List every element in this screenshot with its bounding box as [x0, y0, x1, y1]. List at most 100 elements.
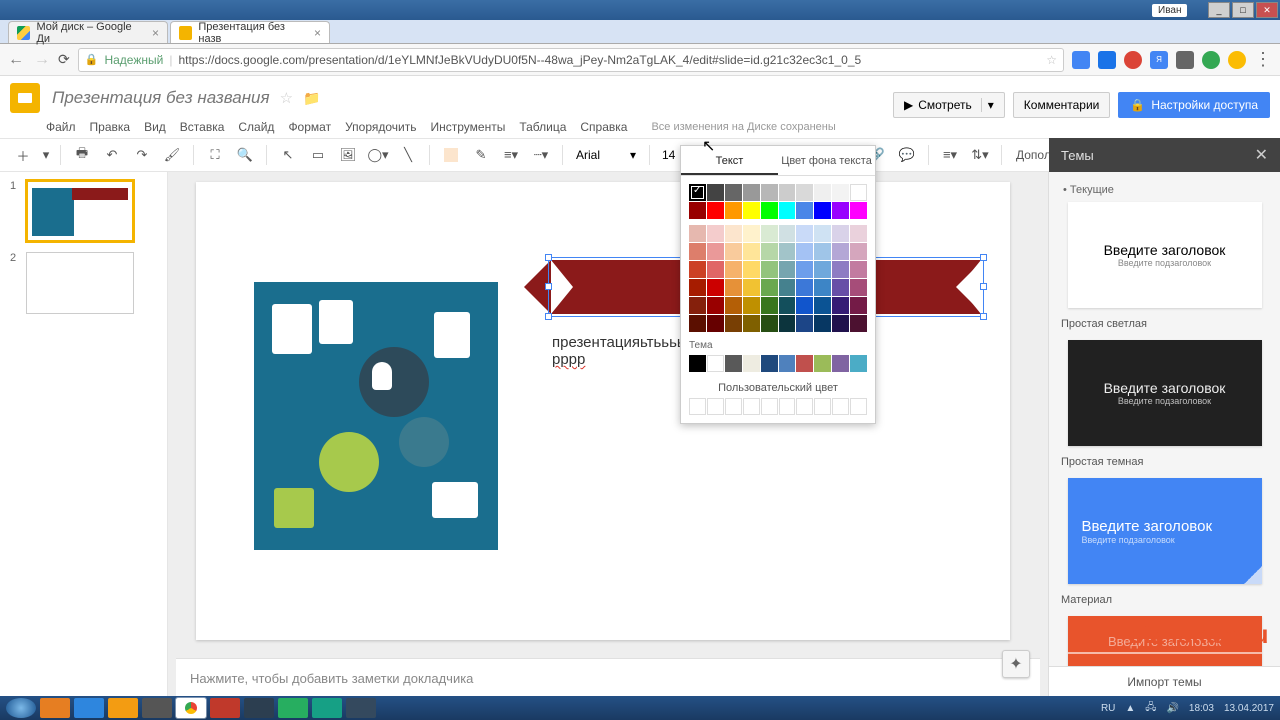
taskbar-app-icon[interactable] [40, 698, 70, 718]
menu-help[interactable]: Справка [580, 120, 627, 134]
menu-slide[interactable]: Слайд [238, 120, 274, 134]
color-swatch[interactable] [814, 355, 831, 372]
color-swatch[interactable] [725, 315, 742, 332]
color-swatch[interactable] [832, 202, 849, 219]
color-swatch[interactable] [832, 315, 849, 332]
color-swatch[interactable] [761, 297, 778, 314]
color-swatch[interactable] [743, 297, 760, 314]
color-swatch[interactable] [689, 355, 706, 372]
color-swatch[interactable] [796, 297, 813, 314]
ext-icon[interactable] [1072, 51, 1090, 69]
custom-color-slot[interactable] [832, 398, 849, 415]
print-button[interactable]: 🖶 [69, 142, 95, 168]
present-button[interactable]: ▶ Смотреть ▾ [893, 92, 1005, 118]
color-swatch[interactable] [725, 261, 742, 278]
taskbar-app-icon[interactable] [278, 698, 308, 718]
color-swatch[interactable] [796, 261, 813, 278]
custom-color-slot[interactable] [814, 398, 831, 415]
tab-close-icon[interactable]: × [314, 26, 321, 40]
taskbar-app-icon[interactable] [244, 698, 274, 718]
slide-image[interactable] [254, 282, 498, 550]
menu-table[interactable]: Таблица [519, 120, 566, 134]
color-swatch[interactable] [779, 297, 796, 314]
color-swatch[interactable] [814, 202, 831, 219]
custom-color-slot[interactable] [850, 398, 867, 415]
color-swatch[interactable] [832, 225, 849, 242]
color-swatch[interactable] [689, 261, 706, 278]
menu-view[interactable]: Вид [144, 120, 166, 134]
color-swatch[interactable] [743, 184, 760, 201]
tray-icon[interactable]: ▲ [1125, 703, 1135, 714]
color-swatch[interactable] [814, 297, 831, 314]
color-swatch[interactable] [707, 297, 724, 314]
present-dropdown-icon[interactable]: ▾ [981, 98, 994, 112]
color-swatch[interactable] [850, 315, 867, 332]
color-swatch[interactable] [779, 355, 796, 372]
color-swatch[interactable] [832, 261, 849, 278]
resize-handle[interactable] [980, 283, 987, 290]
resize-handle[interactable] [980, 313, 987, 320]
ext-icon[interactable] [1176, 51, 1194, 69]
redo-button[interactable]: ↷ [129, 142, 155, 168]
shape-tool[interactable]: ◯▾ [365, 142, 391, 168]
new-slide-button[interactable]: ＋ [10, 142, 36, 168]
reload-button[interactable]: ⟳ [58, 51, 70, 68]
color-swatch[interactable] [743, 261, 760, 278]
color-swatch[interactable] [761, 279, 778, 296]
color-swatch[interactable] [850, 225, 867, 242]
resize-handle[interactable] [545, 313, 552, 320]
color-swatch[interactable] [779, 202, 796, 219]
menu-edit[interactable]: Правка [90, 120, 131, 134]
theme-card-light[interactable]: Введите заголовок Введите подзаголовок [1068, 202, 1262, 308]
color-swatch[interactable] [689, 315, 706, 332]
theme-card-dark[interactable]: Введите заголовок Введите подзаголовок [1068, 340, 1262, 446]
taskbar-app-icon[interactable] [210, 698, 240, 718]
taskbar-app-icon[interactable] [312, 698, 342, 718]
resize-handle[interactable] [980, 254, 987, 261]
menu-tools[interactable]: Инструменты [431, 120, 506, 134]
color-swatch[interactable] [707, 315, 724, 332]
color-swatch[interactable] [743, 243, 760, 260]
color-swatch[interactable] [689, 225, 706, 242]
window-close-button[interactable]: ✕ [1256, 2, 1278, 18]
line-spacing-button[interactable]: ⇅▾ [967, 142, 993, 168]
color-swatch[interactable] [707, 243, 724, 260]
color-swatch[interactable] [850, 243, 867, 260]
color-swatch[interactable] [707, 279, 724, 296]
taskbar-app-icon[interactable] [142, 698, 172, 718]
color-swatch[interactable] [725, 243, 742, 260]
custom-color-slot[interactable] [796, 398, 813, 415]
undo-button[interactable]: ↶ [99, 142, 125, 168]
comments-button[interactable]: Комментарии [1013, 92, 1111, 118]
color-swatch[interactable] [814, 243, 831, 260]
slide[interactable]: презентацияьтььььььь рррр [196, 182, 1010, 640]
menu-arrange[interactable]: Упорядочить [345, 120, 416, 134]
color-swatch[interactable] [850, 279, 867, 296]
taskbar-app-icon[interactable] [74, 698, 104, 718]
color-swatch[interactable] [743, 202, 760, 219]
color-swatch[interactable] [707, 184, 724, 201]
color-swatch[interactable] [725, 202, 742, 219]
star-icon[interactable]: ☆ [280, 89, 293, 107]
zoom-fit-button[interactable]: ⛶ [202, 142, 228, 168]
ext-icon[interactable] [1228, 51, 1246, 69]
window-maximize-button[interactable]: □ [1232, 2, 1254, 18]
menu-file[interactable]: Файл [46, 120, 76, 134]
color-swatch[interactable] [779, 279, 796, 296]
explore-button[interactable]: ✦ [1002, 650, 1030, 678]
color-swatch[interactable] [779, 243, 796, 260]
ext-icon[interactable] [1098, 51, 1116, 69]
translate-ext-icon[interactable]: Я [1150, 51, 1168, 69]
menu-insert[interactable]: Вставка [180, 120, 225, 134]
color-swatch[interactable] [814, 184, 831, 201]
paint-format-button[interactable]: 🖌 [159, 142, 185, 168]
tray-volume-icon[interactable]: 🔊 [1166, 703, 1178, 714]
color-swatch[interactable] [761, 243, 778, 260]
color-swatch[interactable] [743, 315, 760, 332]
insert-comment-button[interactable]: 💬 [894, 142, 920, 168]
color-swatch[interactable] [814, 279, 831, 296]
align-button[interactable]: ≡▾ [937, 142, 963, 168]
custom-color-slot[interactable] [707, 398, 724, 415]
slides-logo-icon[interactable] [10, 83, 40, 113]
bookmark-star-icon[interactable]: ☆ [1046, 53, 1057, 67]
